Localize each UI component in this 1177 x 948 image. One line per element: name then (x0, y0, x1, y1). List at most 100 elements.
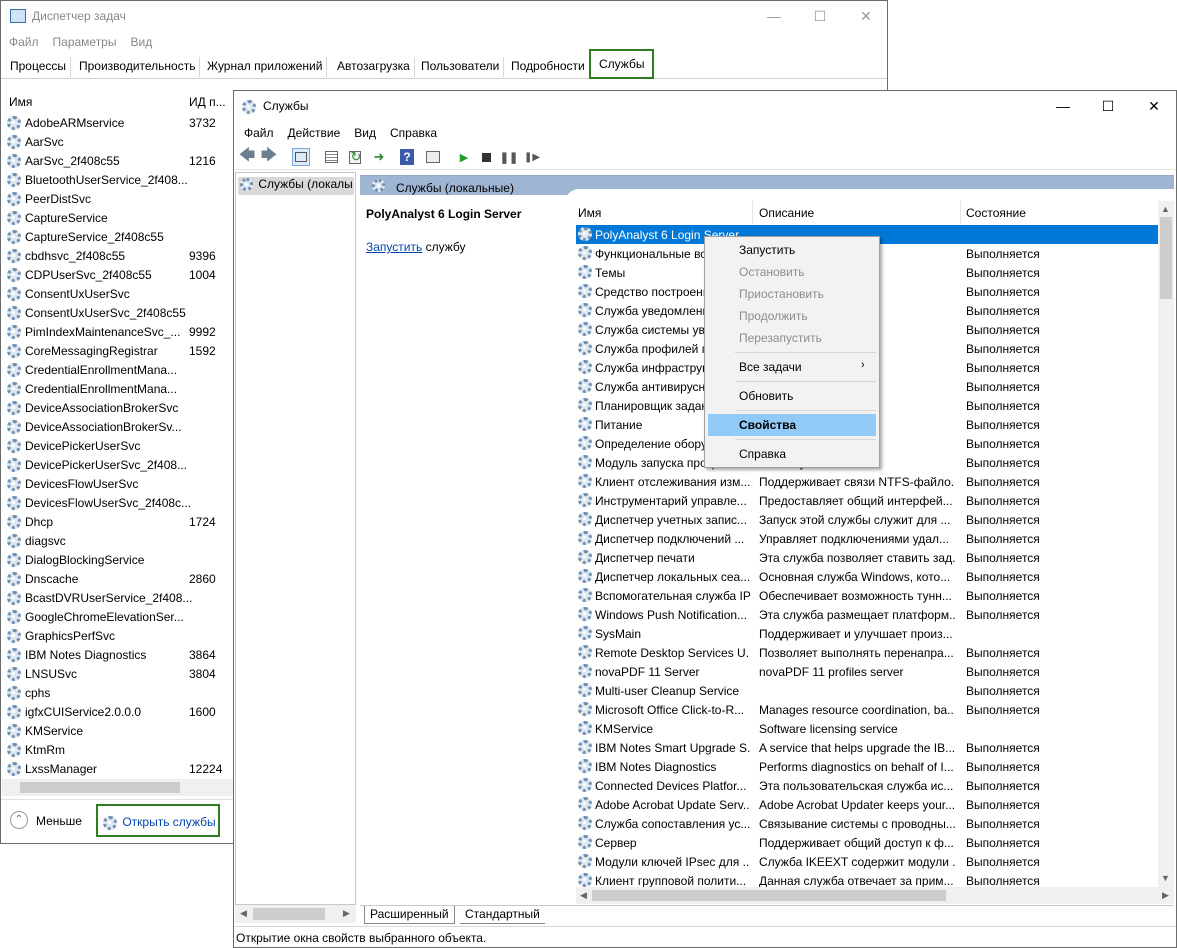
processes-col-pid[interactable]: ИД п... (189, 95, 226, 109)
service-row[interactable]: Multi-user Cleanup Service Выполняется (576, 681, 1158, 700)
console-tree-icon[interactable] (292, 148, 310, 166)
service-row[interactable]: SysMain Поддерживает и улучшает произ... (576, 624, 1158, 643)
process-row[interactable]: CredentialEnrollmentMana... (7, 360, 233, 379)
tree-item-services-local[interactable]: Службы (локалы (238, 177, 354, 195)
process-row[interactable]: cbdhsvc_2f408c55 9396 (7, 246, 233, 265)
scroll-left-arrow-icon[interactable]: ◀ (240, 908, 247, 919)
process-row[interactable]: IBM Notes Diagnostics 3864 (7, 645, 233, 664)
service-row[interactable]: Adobe Acrobat Update Serv... Adobe Acroba… (576, 795, 1158, 814)
services-hscroll-thumb[interactable] (592, 890, 946, 901)
services-hscrollbar[interactable]: ◀ ▶ (576, 887, 1174, 904)
service-row[interactable]: Диспетчер подключений ... Управляет подкл… (576, 529, 1158, 548)
services-menu-file[interactable]: Файл (237, 123, 281, 143)
process-row[interactable]: ConsentUxUserSvc (7, 284, 233, 303)
scroll-right-arrow-icon[interactable]: ▶ (343, 908, 350, 919)
close-button[interactable]: ✕ (843, 1, 889, 31)
process-row[interactable]: KtmRm (7, 740, 233, 759)
processes-hscrollbar[interactable] (2, 779, 234, 796)
tab-extended[interactable]: Расширенный (364, 906, 455, 924)
menu-view[interactable]: Вид (123, 32, 159, 52)
processes-col-name[interactable]: Имя (9, 95, 32, 109)
process-row[interactable]: DeviceAssociationBrokerSvc (7, 398, 233, 417)
minimize-button[interactable]: — (751, 1, 797, 31)
process-row[interactable]: Dnscache 2860 (7, 569, 233, 588)
process-row[interactable]: CoreMessagingRegistrar 1592 (7, 341, 233, 360)
services-menu-action[interactable]: Действие (281, 123, 348, 143)
fewer-details-icon[interactable]: ⌃ (10, 811, 28, 829)
service-row[interactable]: Диспетчер локальных сеа... Основная служб… (576, 567, 1158, 586)
pause-service-icon[interactable]: ❚❚ (500, 148, 518, 166)
process-row[interactable]: PeerDistSvc (7, 189, 233, 208)
start-service-icon[interactable]: ▶ (455, 148, 473, 166)
process-row[interactable]: DevicesFlowUserSvc (7, 474, 233, 493)
process-row[interactable]: AdobeARMservice 3732 (7, 113, 233, 132)
services-close-button[interactable]: ✕ (1131, 91, 1177, 121)
process-row[interactable]: DevicePickerUserSvc_2f408... (7, 455, 233, 474)
export-list-icon[interactable]: ➜ (370, 148, 388, 166)
vscroll-thumb[interactable] (1160, 217, 1172, 299)
service-row[interactable]: IBM Notes Diagnostics Performs diagnostic… (576, 757, 1158, 776)
maximize-button[interactable]: ☐ (797, 1, 843, 31)
service-row[interactable]: Вспомогательная служба IP Обеспечивает во… (576, 586, 1158, 605)
col-header-name[interactable]: Имя (578, 206, 601, 220)
service-row[interactable]: Remote Desktop Services U... Позволяет вы… (576, 643, 1158, 662)
tree-hscroll-thumb[interactable] (253, 908, 325, 920)
process-row[interactable]: GoogleChromeElevationSer... (7, 607, 233, 626)
process-row[interactable]: DeviceAssociationBrokerSv... (7, 417, 233, 436)
tab-standard[interactable]: Стандартный (460, 906, 545, 924)
process-row[interactable]: igfxCUIService2.0.0.0 1600 (7, 702, 233, 721)
menu-options[interactable]: Параметры (46, 32, 124, 52)
service-row[interactable]: Microsoft Office Click-to-R... Manages re… (576, 700, 1158, 719)
process-row[interactable]: CredentialEnrollmentMana... (7, 379, 233, 398)
scroll-up-arrow-icon[interactable]: ▲ (1161, 204, 1170, 214)
service-row[interactable]: Клиент отслеживания изм... Поддерживает с… (576, 472, 1158, 491)
process-row[interactable]: DevicesFlowUserSvc_2f408c... (7, 493, 233, 512)
services-vscrollbar[interactable]: ▲ ▼ (1158, 201, 1174, 887)
ctx-help[interactable]: Справка (708, 443, 876, 465)
process-row[interactable]: ConsentUxUserSvc_2f408c55 (7, 303, 233, 322)
process-row[interactable]: AarSvc (7, 132, 233, 151)
col-header-description[interactable]: Описание (759, 206, 814, 220)
process-row[interactable]: DialogBlockingService (7, 550, 233, 569)
services-minimize-button[interactable]: — (1040, 91, 1086, 121)
services-menu-view[interactable]: Вид (347, 123, 383, 143)
service-row[interactable]: KMService Software licensing service (576, 719, 1158, 738)
tab-app-history[interactable]: Журнал приложений (203, 57, 328, 77)
ctx-all-tasks[interactable]: Все задачи (708, 356, 876, 378)
process-row[interactable]: CaptureService_2f408c55 (7, 227, 233, 246)
process-row[interactable]: Dhcp 1724 (7, 512, 233, 531)
ctx-start[interactable]: Запустить (708, 239, 876, 261)
tab-users[interactable]: Пользователи (417, 57, 505, 77)
process-row[interactable]: LNSUSvc 3804 (7, 664, 233, 683)
details-view-icon[interactable] (322, 148, 340, 166)
service-row[interactable]: IBM Notes Smart Upgrade S... A service th… (576, 738, 1158, 757)
stop-service-icon[interactable] (477, 148, 495, 166)
hscroll-thumb[interactable] (20, 782, 180, 793)
mmc-view-icon[interactable] (424, 148, 442, 166)
fewer-details-label[interactable]: Меньше (36, 814, 82, 828)
process-row[interactable]: CaptureService (7, 208, 233, 227)
forward-icon[interactable]: 🡆 (260, 147, 278, 166)
process-row[interactable]: GraphicsPerfSvc (7, 626, 233, 645)
services-menu-help[interactable]: Справка (383, 123, 444, 143)
tree-hscrollbar[interactable]: ◀ ▶ (235, 905, 356, 923)
process-row[interactable]: CDPUserSvc_2f408c55 1004 (7, 265, 233, 284)
hscroll-left-arrow-icon[interactable]: ◀ (580, 890, 587, 901)
process-row[interactable]: PimIndexMaintenanceSvc_... 9992 (7, 322, 233, 341)
process-row[interactable]: cphs (7, 683, 233, 702)
process-row[interactable]: LxssManager 12224 (7, 759, 233, 778)
process-row[interactable]: BluetoothUserService_2f408... (7, 170, 233, 189)
process-row[interactable]: KMService (7, 721, 233, 740)
service-row[interactable]: Сервер Поддерживает общий доступ к ф... Вы… (576, 833, 1158, 852)
tab-services[interactable]: Службы (589, 49, 655, 79)
process-row[interactable]: DevicePickerUserSvc (7, 436, 233, 455)
service-row[interactable]: novaPDF 11 Server novaPDF 11 profiles ser… (576, 662, 1158, 681)
tab-performance[interactable]: Производительность (75, 57, 201, 77)
service-row[interactable]: Модули ключей IPsec для ... Служба IKEEXT… (576, 852, 1158, 871)
service-row[interactable]: Windows Push Notification... Эта служба р… (576, 605, 1158, 624)
open-services-button[interactable]: Открыть службы (96, 804, 220, 837)
start-service-link[interactable]: Запустить (366, 240, 422, 254)
ctx-refresh[interactable]: Обновить (708, 385, 876, 407)
task-manager-titlebar[interactable]: Диспетчер задач — ☐ ✕ (1, 1, 887, 31)
process-row[interactable]: BcastDVRUserService_2f408... (7, 588, 233, 607)
